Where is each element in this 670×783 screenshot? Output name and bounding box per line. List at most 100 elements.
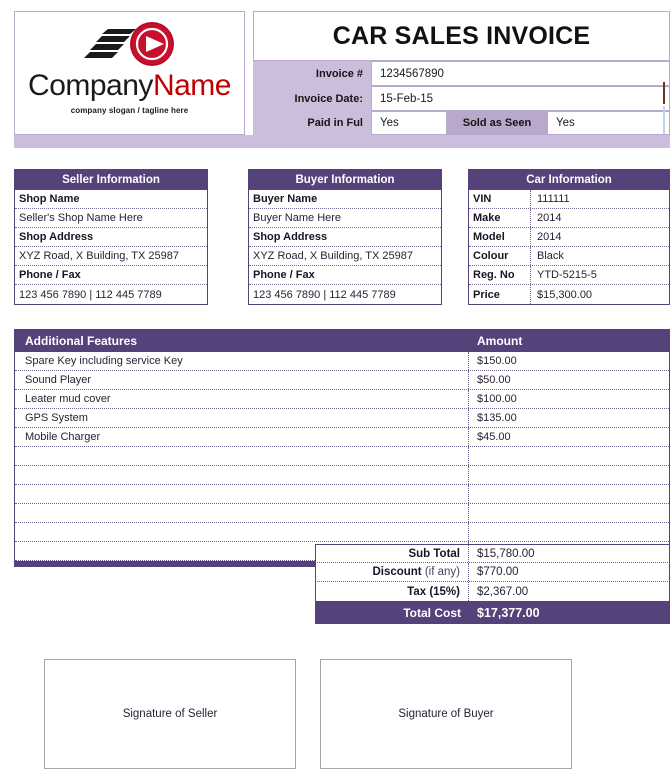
tax-row: Tax (15%) $2,367.00 xyxy=(315,582,670,601)
table-row: Spare Key including service Key $150.00 xyxy=(15,352,669,371)
paid-sold-row: Paid in Ful Yes Sold as Seen Yes xyxy=(253,111,670,135)
additional-features-table: Additional Features Amount Spare Key inc… xyxy=(14,329,670,567)
invoice-title-box: CAR SALES INVOICE xyxy=(253,11,670,61)
seller-signature-box[interactable]: Signature of Seller xyxy=(44,659,296,769)
invoice-fields: Invoice # 1234567890 Invoice Date: 15-Fe… xyxy=(253,61,670,135)
feature-description[interactable] xyxy=(15,447,469,465)
seller-signature-label: Signature of Seller xyxy=(122,708,218,720)
feature-amount[interactable]: $100.00 xyxy=(469,390,669,408)
feature-description[interactable] xyxy=(15,485,469,503)
table-row-empty xyxy=(15,504,669,523)
feature-amount[interactable] xyxy=(469,485,669,503)
car-colour-value[interactable]: Black xyxy=(531,247,669,265)
company-name-part2: Name xyxy=(152,69,232,102)
right-edge-marker-top xyxy=(663,82,665,104)
right-edge-marker-bottom xyxy=(663,106,665,134)
seller-shop-name-value[interactable]: Seller's Shop Name Here xyxy=(15,209,207,228)
discount-row: Discount (if any) $770.00 xyxy=(315,563,670,582)
feature-description[interactable]: GPS System xyxy=(15,409,469,427)
seller-phone-fax-value[interactable]: 123 456 7890 | 112 445 7789 xyxy=(15,285,207,304)
amount-column-header: Amount xyxy=(477,334,523,348)
buyer-address-label: Shop Address xyxy=(249,228,441,247)
buyer-name-label: Buyer Name xyxy=(249,190,441,209)
feature-amount[interactable]: $135.00 xyxy=(469,409,669,427)
feature-description[interactable]: Leater mud cover xyxy=(15,390,469,408)
car-price-row: Price $15,300.00 xyxy=(469,285,669,304)
car-vin-row: VIN 111111 xyxy=(469,190,669,209)
feature-description[interactable]: Mobile Charger xyxy=(15,428,469,446)
feature-amount[interactable]: $45.00 xyxy=(469,428,669,446)
buyer-phone-fax-value[interactable]: 123 456 7890 | 112 445 7789 xyxy=(249,285,441,304)
feature-amount[interactable]: $150.00 xyxy=(469,352,669,370)
feature-amount[interactable] xyxy=(469,523,669,541)
table-row: GPS System $135.00 xyxy=(15,409,669,428)
car-model-value[interactable]: 2014 xyxy=(531,228,669,246)
buyer-address-value[interactable]: XYZ Road, X Building, TX 25987 xyxy=(249,247,441,266)
car-make-row: Make 2014 xyxy=(469,209,669,228)
table-row-empty xyxy=(15,466,669,485)
table-row: Mobile Charger $45.00 xyxy=(15,428,669,447)
car-regno-label: Reg. No xyxy=(469,266,531,284)
paid-in-full-value[interactable]: Yes xyxy=(371,111,447,135)
car-model-label: Model xyxy=(469,228,531,246)
company-name-part1: Company xyxy=(28,69,153,102)
car-information-table: Car Information VIN 111111 Make 2014 Mod… xyxy=(468,169,670,305)
company-name: CompanyName xyxy=(15,70,244,102)
feature-description[interactable]: Sound Player xyxy=(15,371,469,389)
seller-address-label: Shop Address xyxy=(15,228,207,247)
seller-shop-name-label: Shop Name xyxy=(15,190,207,209)
feature-description[interactable] xyxy=(15,523,469,541)
car-colour-row: Colour Black xyxy=(469,247,669,266)
car-make-label: Make xyxy=(469,209,531,227)
invoice-number-label: Invoice # xyxy=(253,61,371,86)
feature-description[interactable]: Spare Key including service Key xyxy=(15,352,469,370)
buyer-name-value[interactable]: Buyer Name Here xyxy=(249,209,441,228)
page-title: CAR SALES INVOICE xyxy=(332,21,591,50)
sold-as-seen-label: Sold as Seen xyxy=(447,111,547,135)
totals-block: Sub Total $15,780.00 Discount (if any) $… xyxy=(315,544,670,624)
table-row: Sound Player $50.00 xyxy=(15,371,669,390)
seller-phone-fax-label: Phone / Fax xyxy=(15,266,207,285)
car-price-value[interactable]: $15,300.00 xyxy=(531,285,669,304)
buyer-information-heading: Buyer Information xyxy=(248,169,442,190)
car-regno-row: Reg. No YTD-5215-5 xyxy=(469,266,669,285)
invoice-number-row: Invoice # 1234567890 xyxy=(253,61,670,86)
company-slogan: company slogan / tagline here xyxy=(70,106,189,115)
tax-value[interactable]: $2,367.00 xyxy=(469,582,669,601)
buyer-signature-box[interactable]: Signature of Buyer xyxy=(320,659,572,769)
feature-description[interactable] xyxy=(15,504,469,522)
invoice-date-value[interactable]: 15-Feb-15 xyxy=(371,86,670,111)
table-row-empty xyxy=(15,485,669,504)
car-information-body: VIN 111111 Make 2014 Model 2014 Colour B… xyxy=(468,190,670,305)
buyer-information-table: Buyer Information Buyer Name Buyer Name … xyxy=(248,169,442,305)
right-edge-marker xyxy=(663,82,665,134)
seller-information-table: Seller Information Shop Name Seller's Sh… xyxy=(14,169,208,305)
table-row-empty xyxy=(15,523,669,542)
feature-amount[interactable] xyxy=(469,504,669,522)
car-regno-value[interactable]: YTD-5215-5 xyxy=(531,266,669,284)
car-price-label: Price xyxy=(469,285,531,304)
company-logo-icon xyxy=(70,20,190,72)
table-row: Leater mud cover $100.00 xyxy=(15,390,669,409)
sub-total-value[interactable]: $15,780.00 xyxy=(469,545,669,562)
discount-value[interactable]: $770.00 xyxy=(469,563,669,581)
invoice-number-value[interactable]: 1234567890 xyxy=(371,61,670,86)
car-make-value[interactable]: 2014 xyxy=(531,209,669,227)
header-divider-band xyxy=(14,135,670,148)
tax-label: Tax (15%) xyxy=(316,582,469,601)
car-vin-value[interactable]: 111111 xyxy=(531,190,669,208)
additional-features-header-row: Additional Features Amount xyxy=(15,330,669,352)
total-cost-value: $17,377.00 xyxy=(477,605,540,620)
feature-description[interactable] xyxy=(15,466,469,484)
sold-as-seen-value[interactable]: Yes xyxy=(547,111,670,135)
invoice-date-row: Invoice Date: 15-Feb-15 xyxy=(253,86,670,111)
feature-amount[interactable]: $50.00 xyxy=(469,371,669,389)
car-vin-label: VIN xyxy=(469,190,531,208)
seller-address-value[interactable]: XYZ Road, X Building, TX 25987 xyxy=(15,247,207,266)
sub-total-label: Sub Total xyxy=(316,545,469,562)
feature-amount[interactable] xyxy=(469,447,669,465)
feature-amount[interactable] xyxy=(469,466,669,484)
total-cost-label: Total Cost xyxy=(403,605,461,620)
discount-label-text: Discount xyxy=(372,566,422,578)
total-cost-row: Total Cost $17,377.00 xyxy=(315,601,670,624)
